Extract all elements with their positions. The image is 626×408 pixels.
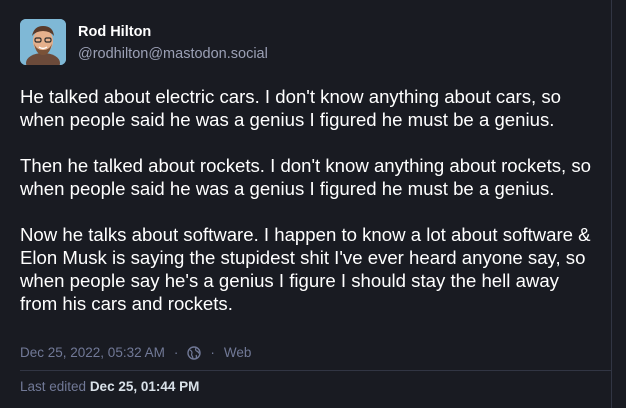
last-edited-label: Last edited bbox=[20, 379, 90, 394]
last-edited[interactable]: Last edited Dec 25, 01:44 PM bbox=[20, 379, 199, 394]
avatar-portrait-icon bbox=[20, 19, 66, 65]
avatar[interactable] bbox=[20, 19, 66, 65]
status-paragraph: Now he talks about software. I happen to… bbox=[20, 224, 591, 314]
status-source: Web bbox=[223, 345, 252, 360]
meta-separator: · bbox=[173, 345, 179, 360]
display-name[interactable]: Rod Hilton bbox=[78, 23, 268, 41]
status-paragraph: Then he talked about rockets. I don't kn… bbox=[20, 155, 592, 199]
status-header: Rod Hilton @rodhilton@mastodon.social bbox=[20, 19, 268, 65]
globe-icon bbox=[187, 345, 202, 360]
status-content: He talked about electric cars. I don't k… bbox=[20, 85, 600, 338]
status-timestamp[interactable]: Dec 25, 2022, 05:32 AM bbox=[20, 345, 165, 360]
status-card: Rod Hilton @rodhilton@mastodon.social He… bbox=[0, 0, 612, 408]
author-names: Rod Hilton @rodhilton@mastodon.social bbox=[78, 19, 268, 63]
divider bbox=[20, 370, 612, 371]
status-paragraph: He talked about electric cars. I don't k… bbox=[20, 86, 561, 130]
meta-separator: · bbox=[210, 345, 215, 360]
last-edited-date: Dec 25, 01:44 PM bbox=[89, 379, 200, 394]
account-handle[interactable]: @rodhilton@mastodon.social bbox=[78, 45, 268, 63]
status-meta: Dec 25, 2022, 05:32 AM · · Web bbox=[20, 345, 251, 360]
